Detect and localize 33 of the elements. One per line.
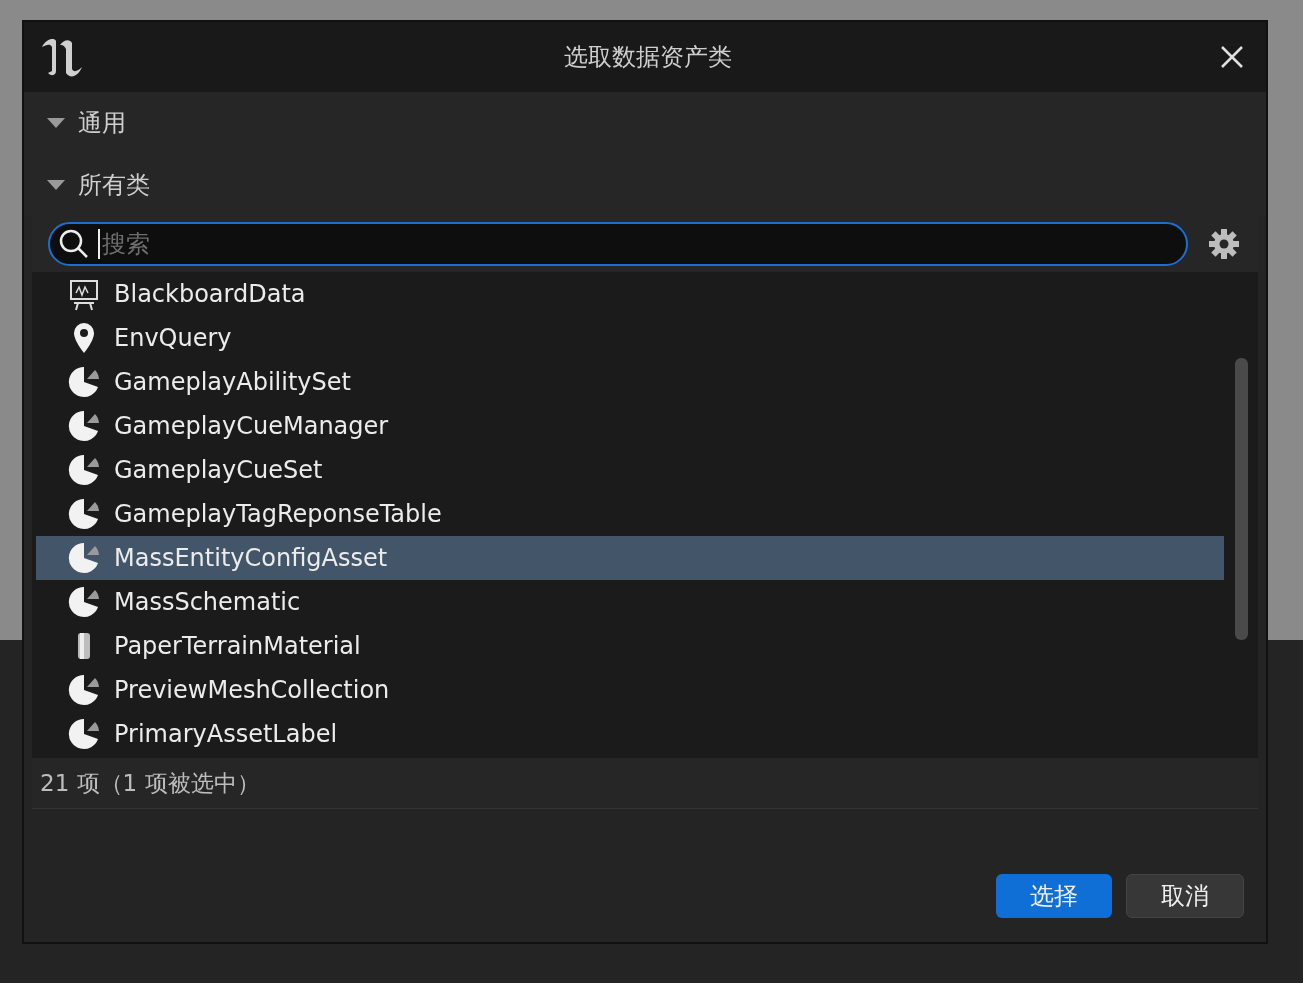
easel-icon <box>68 277 100 311</box>
status-text: 21 项（1 项被选中） <box>40 768 260 798</box>
pie-chart-icon <box>68 673 100 707</box>
scrollbar-thumb[interactable] <box>1234 358 1248 640</box>
pie-chart-icon <box>68 717 100 751</box>
settings-icon[interactable] <box>1208 228 1240 260</box>
caret-icon[interactable] <box>46 178 66 192</box>
list-item[interactable]: PrimaryAssetLabel <box>36 712 1224 756</box>
list-item[interactable]: GameplayCueSet <box>36 448 1224 492</box>
list-item[interactable]: GameplayCueManager <box>36 404 1224 448</box>
section-header[interactable]: 所有类 <box>78 169 150 201</box>
cancel-button[interactable]: 取消 <box>1126 874 1244 918</box>
pie-chart-icon <box>68 453 100 487</box>
section-header[interactable]: 通用 <box>78 107 126 139</box>
select-button[interactable]: 选择 <box>996 874 1112 918</box>
list-item[interactable]: MassSchematic <box>36 580 1224 624</box>
list-item[interactable]: GameplayAbilitySet <box>36 360 1224 404</box>
pie-chart-icon <box>68 541 100 575</box>
pie-chart-icon <box>68 365 100 399</box>
pie-chart-icon <box>68 497 100 531</box>
window-title: 选取数据资产类 <box>563 42 733 73</box>
pie-chart-icon <box>68 585 100 619</box>
list-item[interactable]: GameplayTagReponseTable <box>36 492 1224 536</box>
list-item[interactable]: PreviewMeshCollection <box>36 668 1224 712</box>
caret-icon[interactable] <box>46 116 66 130</box>
pie-chart-icon <box>68 409 100 443</box>
search-field[interactable]: 搜索 <box>48 222 1188 266</box>
list-item[interactable]: BlackboardData <box>36 272 1224 316</box>
list-item[interactable]: MassEntityConfigAsset <box>36 536 1224 580</box>
list-item[interactable]: EnvQuery <box>36 316 1224 360</box>
search-icon <box>58 228 90 260</box>
close-icon <box>1220 45 1244 69</box>
list-item[interactable]: PaperTerrainMaterial <box>36 624 1224 668</box>
